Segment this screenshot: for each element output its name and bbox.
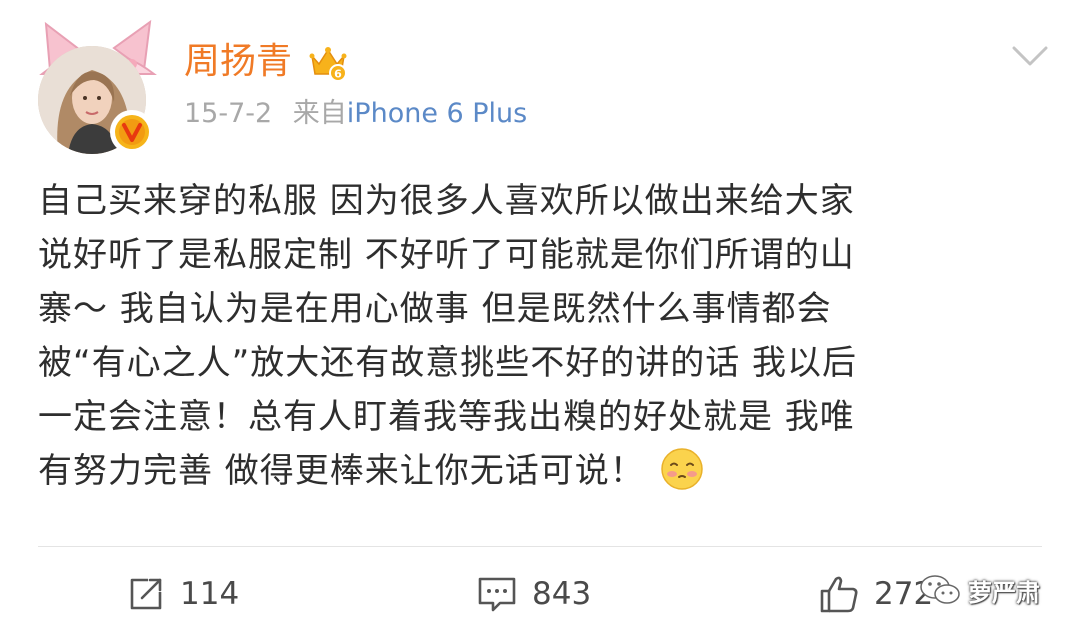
chevron-down-icon[interactable] <box>1010 44 1050 70</box>
wechat-icon <box>920 575 960 604</box>
verified-v-icon <box>115 115 149 149</box>
like-button[interactable]: 272 <box>818 572 933 616</box>
post-body-line: 寨～ 我自认为是在用心做事 但是既然什么事情都会 <box>38 289 832 329</box>
source-link[interactable]: iPhone 6 Plus <box>347 98 527 129</box>
post-date: 15-7-2 <box>184 98 273 129</box>
post-body-last-line: 有努力完善 做得更棒来让你无话可说！ <box>38 444 1048 498</box>
thumbs-up-icon <box>820 576 858 613</box>
verified-badge <box>110 110 154 154</box>
post-body-line: 有努力完善 做得更棒来让你无话可说！ <box>38 451 645 491</box>
watermark: 萝严肃 <box>918 570 1040 610</box>
post-meta: 15-7-2 来自iPhone 6 Plus <box>184 100 527 127</box>
repost-icon <box>130 578 162 610</box>
comment-icon <box>478 577 516 612</box>
post-body-line: 自己买来穿的私服 因为很多人喜欢所以做出来给大家 <box>38 181 855 221</box>
watermark-text: 萝严肃 <box>968 578 1040 607</box>
post-body: 自己买来穿的私服 因为很多人喜欢所以做出来给大家 说好听了是私服定制 不好听了可… <box>38 174 1048 498</box>
avatar-frame[interactable] <box>32 12 162 154</box>
comment-count: 843 <box>532 575 592 612</box>
comment-button[interactable]: 843 <box>476 572 591 616</box>
repost-button[interactable]: 114 <box>126 572 239 616</box>
username[interactable]: 周扬青 <box>184 44 292 80</box>
crown-icon[interactable]: 6 <box>308 42 348 82</box>
post-body-line: 一定会注意！总有人盯着我等我出糗的好处就是 我唯 <box>38 397 855 437</box>
shy-face-emoji-icon <box>661 447 703 490</box>
post-body-line: 说好听了是私服定制 不好听了可能就是你们所谓的山 <box>38 235 855 275</box>
divider <box>38 546 1042 547</box>
svg-text:6: 6 <box>334 68 342 81</box>
repost-count: 114 <box>180 575 240 612</box>
source-prefix: 来自 <box>292 98 347 129</box>
post-body-line: 被“有心之人”放大还有故意挑些不好的讲的话 我以后 <box>38 343 858 383</box>
